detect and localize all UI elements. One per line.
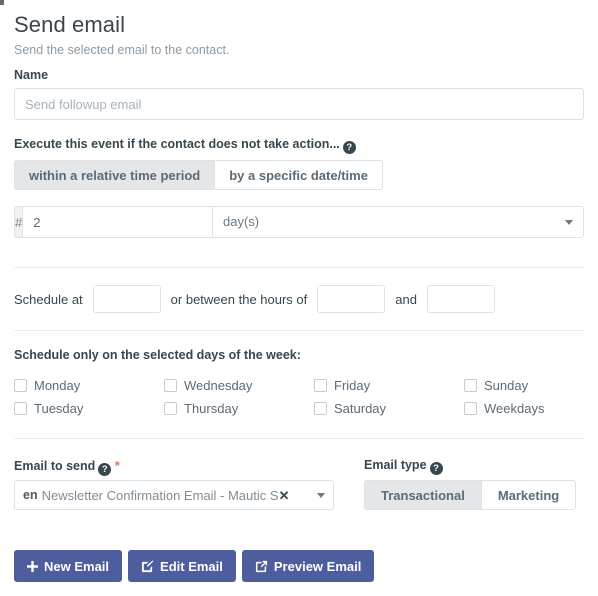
- email-type-toggle-group[interactable]: Transactional Marketing: [364, 480, 577, 510]
- email-selected-value: Newsletter Confirmation Email - Mautic S…: [41, 487, 278, 503]
- name-label: Name: [14, 68, 49, 82]
- day-checkbox-thursday[interactable]: Thursday: [164, 397, 314, 420]
- day-checkbox-saturday[interactable]: Saturday: [314, 397, 464, 420]
- footer-actions: New Email Edit Email Preview Email: [14, 550, 375, 582]
- interval-unit-value: day(s): [223, 214, 260, 229]
- hash-addon-icon: #: [14, 206, 23, 238]
- checkbox-icon[interactable]: [164, 402, 177, 415]
- checkbox-icon[interactable]: [464, 379, 477, 392]
- required-asterisk: *: [114, 458, 120, 473]
- execute-timing-toggle-group[interactable]: within a relative time period by a speci…: [14, 160, 383, 190]
- day-checkbox-monday[interactable]: Monday: [14, 374, 164, 397]
- day-label: Weekdays: [484, 401, 545, 416]
- day-checkbox-weekdays[interactable]: Weekdays: [464, 397, 584, 420]
- toggle-transactional[interactable]: Transactional: [364, 480, 482, 510]
- between-hours-label: or between the hours of: [170, 291, 308, 307]
- days-of-week-grid: Monday Wednesday Friday Sunday Tuesday T…: [14, 374, 584, 420]
- plus-icon: [27, 560, 38, 572]
- interval-amount-input[interactable]: [22, 206, 221, 238]
- days-of-week-label: Schedule only on the selected days of th…: [14, 348, 301, 362]
- email-language-badge: en: [23, 488, 38, 502]
- toggle-specific-datetime[interactable]: by a specific date/time: [214, 160, 383, 190]
- section-divider-2: [14, 330, 584, 331]
- preview-email-label: Preview Email: [273, 558, 362, 574]
- edit-email-button[interactable]: Edit Email: [128, 550, 236, 582]
- day-label: Friday: [334, 378, 371, 393]
- schedule-hour-from-input[interactable]: [317, 285, 386, 313]
- toggle-marketing[interactable]: Marketing: [480, 480, 577, 510]
- day-label: Wednesday: [184, 378, 253, 393]
- checkbox-icon[interactable]: [14, 379, 27, 392]
- execute-condition-text: Execute this event if the contact does n…: [14, 137, 340, 151]
- edit-email-label: Edit Email: [160, 558, 223, 574]
- day-label: Sunday: [484, 378, 529, 393]
- schedule-hour-to-input[interactable]: [426, 285, 495, 313]
- checkbox-icon[interactable]: [314, 402, 327, 415]
- day-checkbox-sunday[interactable]: Sunday: [464, 374, 584, 397]
- day-label: Monday: [34, 378, 81, 393]
- send-email-form-panel: Send email Send the selected email to th…: [0, 0, 598, 596]
- email-type-label: Email type?: [364, 458, 443, 475]
- close-icon[interactable]: ✕: [279, 489, 290, 502]
- caret-down-icon: [317, 492, 325, 498]
- section-divider-1: [14, 267, 584, 268]
- checkbox-icon[interactable]: [464, 402, 477, 415]
- execute-condition-label: Execute this event if the contact does n…: [14, 137, 356, 154]
- name-input[interactable]: [14, 88, 584, 120]
- checkbox-icon[interactable]: [14, 402, 27, 415]
- email-to-send-select[interactable]: en Newsletter Confirmation Email - Mauti…: [14, 480, 334, 510]
- email-to-send-text: Email to send: [14, 459, 96, 473]
- day-label: Tuesday: [34, 401, 84, 416]
- new-email-label: New Email: [44, 558, 110, 574]
- panel-header: Send email Send the selected email to th…: [14, 12, 584, 58]
- page-subtitle: Send the selected email to the contact.: [14, 43, 230, 57]
- new-email-button[interactable]: New Email: [14, 550, 123, 582]
- email-type-text: Email type: [364, 458, 427, 472]
- corner-artifact: [0, 0, 4, 5]
- interval-unit-select[interactable]: day(s): [212, 206, 584, 238]
- question-circle-icon[interactable]: ?: [98, 463, 112, 476]
- schedule-at-input[interactable]: [92, 285, 161, 313]
- pencil-square-icon: [141, 560, 154, 573]
- toggle-relative-time-period[interactable]: within a relative time period: [14, 160, 216, 190]
- and-label: and: [395, 291, 417, 307]
- interval-input-group: #: [14, 206, 221, 238]
- email-to-send-label: Email to send? *: [14, 458, 120, 476]
- checkbox-icon[interactable]: [164, 379, 177, 392]
- day-label: Saturday: [334, 401, 387, 416]
- caret-down-icon: [565, 219, 573, 225]
- question-circle-icon[interactable]: ?: [429, 462, 443, 475]
- checkbox-icon[interactable]: [314, 379, 327, 392]
- schedule-time-row: Schedule at or between the hours of and: [14, 285, 505, 313]
- day-checkbox-wednesday[interactable]: Wednesday: [164, 374, 314, 397]
- day-checkbox-friday[interactable]: Friday: [314, 374, 464, 397]
- preview-email-button[interactable]: Preview Email: [241, 550, 375, 582]
- external-link-icon: [255, 560, 268, 573]
- day-label: Thursday: [184, 401, 239, 416]
- day-checkbox-tuesday[interactable]: Tuesday: [14, 397, 164, 420]
- schedule-at-label: Schedule at: [14, 291, 83, 307]
- section-divider-3: [14, 438, 584, 439]
- page-title: Send email: [14, 12, 126, 37]
- question-circle-icon[interactable]: ?: [342, 141, 356, 154]
